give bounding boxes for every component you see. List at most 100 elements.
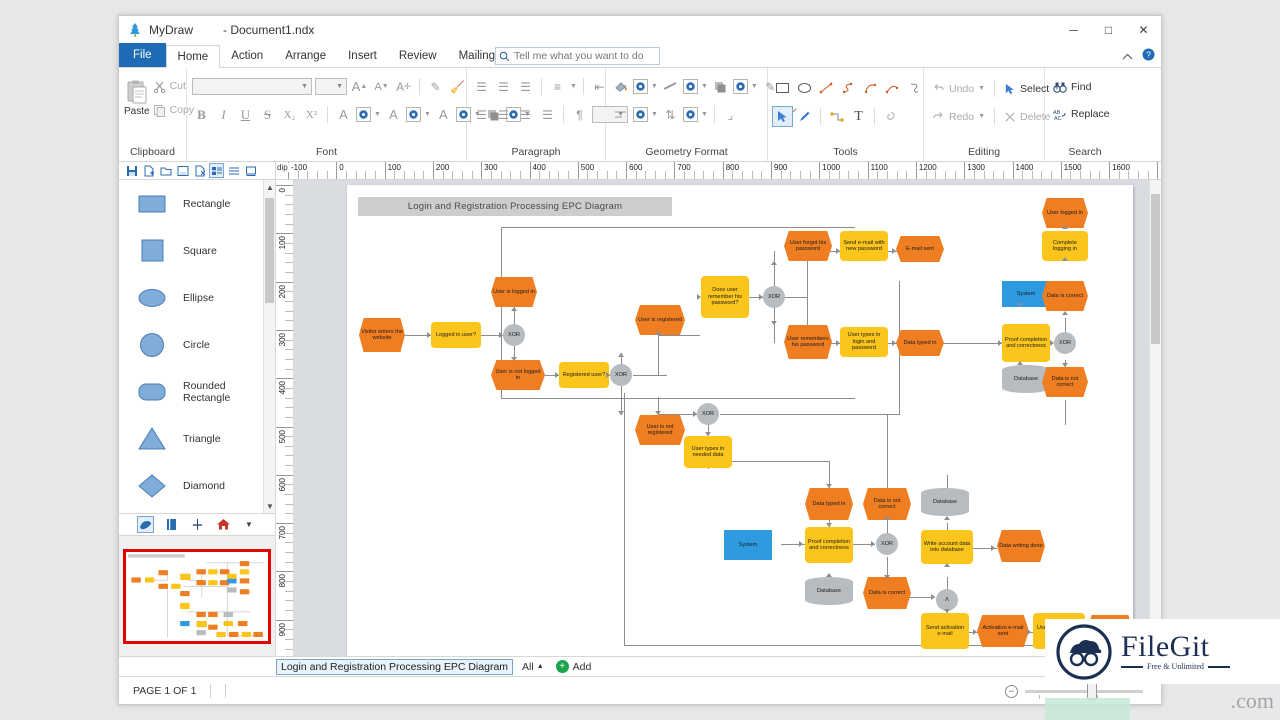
text-tool-icon[interactable]: T <box>849 107 868 126</box>
show-paragraph-marks-icon[interactable]: ¶ <box>570 105 589 124</box>
page-thumbnail[interactable] <box>123 549 271 644</box>
diagram-node[interactable]: Data is correct <box>863 577 911 609</box>
diagram-node[interactable]: Visitor enters the website <box>359 318 405 352</box>
subscript-button[interactable]: X₂ <box>280 105 299 124</box>
diagram-node[interactable]: User types in needed data <box>684 436 732 468</box>
undo-button[interactable]: Undo▼ <box>929 78 988 100</box>
superscript-button[interactable]: X² <box>302 105 321 124</box>
diagram-gateway[interactable]: XOR <box>697 403 719 425</box>
shadow-icon[interactable] <box>711 77 730 96</box>
tab-action[interactable]: Action <box>220 44 274 67</box>
align-bottom-icon[interactable]: ☰ <box>516 105 535 124</box>
strikethrough-button[interactable]: S <box>258 105 277 124</box>
new-document-icon[interactable] <box>142 164 155 177</box>
diagram-node[interactable]: User forgot his password <box>784 231 832 261</box>
scrollbar-thumb[interactable] <box>265 198 274 303</box>
diagram-node[interactable]: User logged in <box>1042 198 1088 228</box>
diagram-node[interactable]: Database <box>1002 365 1050 393</box>
rectangle-tool-icon[interactable] <box>773 78 792 97</box>
add-sheet-button[interactable]: + Add <box>556 660 592 673</box>
diagram-node[interactable]: Proof completion and correctness <box>1002 324 1050 362</box>
diagram-node[interactable]: E-mail sent <box>896 236 944 262</box>
minimize-button[interactable]: ─ <box>1056 16 1091 44</box>
diagram-node[interactable]: Activation e-mail sent <box>977 615 1029 647</box>
open-folder-icon[interactable] <box>159 164 172 177</box>
justify-icon[interactable]: ☰ <box>538 105 557 124</box>
format-painter-pen-icon[interactable]: ✎ <box>426 77 445 96</box>
diagram-node[interactable]: Logged in user? <box>431 322 481 348</box>
shrink-font-button[interactable]: A▼ <box>372 77 391 96</box>
line-start-style-icon[interactable] <box>611 105 630 124</box>
list-view-icon[interactable] <box>227 164 240 177</box>
close-button[interactable]: ✕ <box>1126 16 1161 44</box>
canvas-scrollbar[interactable] <box>1149 180 1161 656</box>
line-tool-icon[interactable] <box>817 78 836 97</box>
maximize-button[interactable]: □ <box>1091 16 1126 44</box>
zoom-slider-thumb[interactable] <box>1087 683 1097 700</box>
format-painter-brush-icon[interactable]: 🧹 <box>448 77 467 96</box>
diagram-gateway[interactable]: XOR <box>763 286 785 308</box>
save-as-icon[interactable] <box>176 164 189 177</box>
freeform-tool-icon[interactable] <box>905 78 924 97</box>
arrow-settings-gear-icon[interactable] <box>683 107 698 122</box>
line-start-settings-gear-icon[interactable] <box>633 107 648 122</box>
detail-view-icon[interactable] <box>244 164 257 177</box>
curve-tool-icon[interactable] <box>883 78 902 97</box>
home-icon[interactable] <box>216 517 231 532</box>
text-outline-icon[interactable]: A <box>384 105 403 124</box>
bold-button[interactable]: B <box>192 105 211 124</box>
find-button[interactable]: Find <box>1050 76 1094 98</box>
sheet-tab[interactable]: Login and Registration Processing EPC Di… <box>276 659 513 675</box>
tell-me-search-box[interactable]: Tell me what you want to do <box>495 47 660 65</box>
pan-tool-icon[interactable] <box>138 517 153 532</box>
font-color-settings-gear-icon[interactable] <box>356 107 371 122</box>
diagram-node[interactable]: User is not logged in <box>491 360 545 390</box>
redo-button[interactable]: Redo▼ <box>929 106 988 128</box>
shapes-scrollbar[interactable]: ▲ ▼ <box>263 180 275 513</box>
arc-tool-icon[interactable] <box>861 78 880 97</box>
all-sheets-button[interactable]: All ▲ <box>522 661 544 673</box>
page-icon[interactable] <box>164 517 179 532</box>
diagram-gateway[interactable]: XOR <box>1054 332 1076 354</box>
more-options-icon[interactable]: ▼ <box>242 517 257 532</box>
tab-insert[interactable]: Insert <box>337 44 388 67</box>
shadow-settings-gear-icon[interactable] <box>733 79 748 94</box>
pencil-tool-icon[interactable] <box>795 107 814 126</box>
tiles-view-icon[interactable] <box>210 164 223 177</box>
tab-review[interactable]: Review <box>388 44 448 67</box>
line-color-icon[interactable] <box>661 77 680 96</box>
diagram-node[interactable]: Data is correct <box>1042 281 1088 311</box>
diagram-node[interactable]: Database <box>805 577 853 605</box>
diagram-gateway[interactable]: XOR <box>876 533 898 555</box>
diagram-node[interactable]: User is not registered <box>635 415 685 445</box>
diagram-node[interactable]: Data writing done <box>997 530 1045 562</box>
scroll-up-icon[interactable]: ▲ <box>264 180 275 194</box>
font-family-combo[interactable]: ▼ <box>192 78 312 95</box>
diagram-node[interactable]: User remembers his password <box>784 325 832 359</box>
diagram-node[interactable]: User types in login and password <box>840 327 888 357</box>
list-item[interactable]: Square <box>119 227 275 274</box>
diagram-gateway[interactable]: XOR <box>610 364 632 386</box>
diagram-node[interactable]: System <box>724 530 772 560</box>
list-item[interactable]: Rectangle <box>119 180 275 227</box>
diagram-node[interactable]: Data typed in <box>896 330 944 356</box>
font-size-combo[interactable]: ▼ <box>315 78 347 95</box>
font-color-icon[interactable]: A <box>334 105 353 124</box>
tab-home[interactable]: Home <box>166 45 221 68</box>
diagram-node[interactable]: Write account data into database <box>921 530 973 564</box>
diagram-node[interactable]: Send activation e-mail <box>921 613 969 649</box>
diagram-node[interactable]: Data typed in <box>805 488 853 520</box>
align-right-small-icon[interactable]: ☰ <box>516 77 535 96</box>
delete-document-icon[interactable] <box>193 164 206 177</box>
polyline-tool-icon[interactable] <box>839 78 858 97</box>
zoom-slider-track[interactable] <box>1025 690 1143 693</box>
document-page[interactable]: Login and Registration Processing EPC Di… <box>347 185 1133 656</box>
save-icon[interactable] <box>125 164 138 177</box>
align-top-icon[interactable]: ☰ <box>472 105 491 124</box>
connector-tool-icon[interactable] <box>827 107 846 126</box>
lasso-tool-icon[interactable] <box>881 107 900 126</box>
fit-page-icon[interactable] <box>190 517 205 532</box>
align-center-small-icon[interactable]: ☰ <box>494 77 513 96</box>
tab-arrange[interactable]: Arrange <box>274 44 337 67</box>
diagram-node[interactable]: User is logged in <box>491 277 537 307</box>
